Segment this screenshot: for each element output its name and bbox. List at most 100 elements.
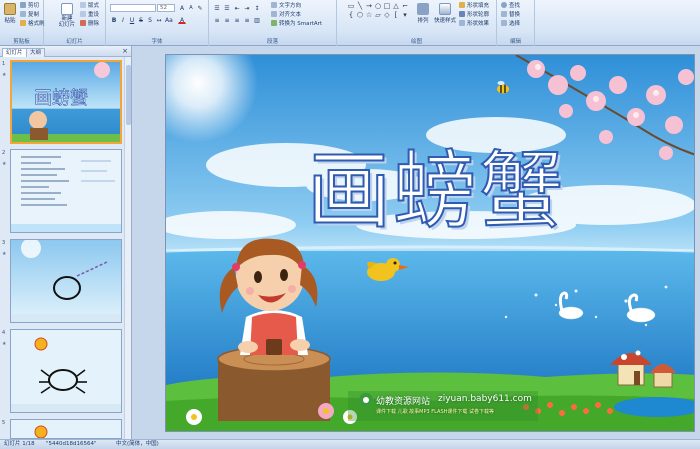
- paste-label: 粘贴: [4, 18, 16, 24]
- shape-rect-icon[interactable]: ▭: [347, 2, 355, 10]
- slides-label: 幻灯片: [66, 39, 83, 45]
- bold-icon[interactable]: B: [110, 16, 118, 24]
- thumbnail-row[interactable]: 5: [0, 419, 124, 439]
- align-text-button[interactable]: 对齐文本: [271, 11, 301, 19]
- tab-slides[interactable]: 幻灯片: [2, 48, 27, 57]
- shape-callout-icon[interactable]: ▱: [374, 11, 382, 19]
- slide-thumbnail[interactable]: [10, 239, 122, 323]
- panel-tabs: 幻灯片 大纲 ×: [0, 46, 131, 57]
- replace-icon: [501, 11, 507, 17]
- increase-indent-icon[interactable]: ⇥: [243, 4, 251, 12]
- new-slide-button[interactable]: 新建 幻灯片: [58, 3, 76, 28]
- site-url: ziyuan.baby611.com: [438, 394, 532, 404]
- format-painter-button[interactable]: 格式刷: [20, 20, 45, 28]
- line-spacing-icon[interactable]: ↕: [253, 4, 261, 12]
- quick-styles-button[interactable]: 快速样式: [434, 3, 456, 27]
- replace-button[interactable]: 替换: [501, 11, 520, 19]
- smartart-label: 转换为 SmartArt: [279, 21, 323, 27]
- cut-button[interactable]: 剪切: [20, 2, 39, 10]
- layout-button[interactable]: 版式: [80, 2, 99, 10]
- slide-thumbnail[interactable]: 画螃蟹: [10, 60, 122, 144]
- editing-label: 编辑: [509, 39, 521, 45]
- italic-icon[interactable]: I: [119, 16, 127, 24]
- underline-icon[interactable]: U: [128, 16, 136, 24]
- align-center-icon[interactable]: ≡: [223, 16, 231, 24]
- text-direction-button[interactable]: 文字方向: [271, 2, 301, 10]
- slide-counter: 幻灯片 1/18: [4, 441, 35, 447]
- decrease-indent-icon[interactable]: ⇤: [233, 4, 241, 12]
- text-direction-icon: [271, 2, 277, 8]
- shape-arrow-icon[interactable]: →: [365, 2, 373, 10]
- smartart-icon: [271, 20, 277, 26]
- shape-star-icon[interactable]: ☆: [365, 11, 373, 19]
- new-slide-icon: [61, 3, 73, 15]
- columns-icon[interactable]: ▥: [253, 16, 261, 24]
- change-case-icon[interactable]: Aa: [164, 16, 173, 24]
- slide-number: 2: [2, 150, 6, 156]
- thumbnails-scrollbar[interactable]: [124, 57, 131, 439]
- shape-bracket-icon[interactable]: [: [392, 11, 400, 19]
- justify-icon[interactable]: ≡: [243, 16, 251, 24]
- shape-brace-icon[interactable]: {: [347, 11, 355, 19]
- spacing-icon[interactable]: ↔: [155, 16, 163, 24]
- logo-mark: [359, 393, 373, 407]
- shape-line-icon[interactable]: ╲: [356, 2, 364, 10]
- shape-square-icon[interactable]: □: [383, 2, 391, 10]
- shape-outline-label: 形状轮廓: [467, 12, 490, 18]
- font-name-combo[interactable]: [110, 4, 156, 12]
- paste-button[interactable]: 粘贴: [2, 3, 18, 27]
- animation-star-icon: ★: [2, 341, 7, 347]
- strikethrough-icon[interactable]: S: [137, 16, 145, 24]
- animation-star-icon: ★: [2, 251, 7, 257]
- reset-label: 重设: [88, 12, 100, 18]
- new-slide-label: 新建 幻灯片: [58, 16, 76, 28]
- slide-thumbnail[interactable]: [10, 329, 122, 413]
- site-subtitle: 课件下载 儿歌 故事MP3 FLASH课件下载 试卷下载等: [376, 409, 495, 415]
- thumb-1-title: 画螃蟹: [34, 88, 89, 110]
- thumbnail-row[interactable]: 3 ★: [0, 239, 124, 325]
- thumbnail-row[interactable]: 1 ★ 画螃蟹: [0, 60, 124, 146]
- shape-connector-icon[interactable]: ⌐: [401, 2, 409, 10]
- slide-thumbnail[interactable]: [10, 149, 122, 233]
- clipboard-group: 粘贴 剪切 复制 格式刷 剪贴板: [0, 0, 45, 46]
- align-right-icon[interactable]: ≡: [233, 16, 241, 24]
- slide-canvas[interactable]: 画螃蟹 幼教资源网站 ziyuan.baby611.com 课件下载 儿歌 故事…: [165, 54, 695, 432]
- copy-button[interactable]: 复制: [20, 11, 39, 19]
- shape-oval-icon[interactable]: ○: [374, 2, 382, 10]
- select-button[interactable]: 选择: [501, 20, 520, 28]
- shape-outline-button[interactable]: 形状轮廓: [459, 11, 489, 19]
- shrink-font-icon[interactable]: A: [187, 4, 195, 12]
- grow-font-icon[interactable]: A: [178, 4, 186, 12]
- close-icon[interactable]: ×: [122, 47, 128, 55]
- drawing-label: 绘图: [410, 39, 422, 45]
- find-button[interactable]: 查找: [501, 2, 520, 10]
- tab-outline[interactable]: 大纲: [26, 48, 46, 57]
- numbering-icon[interactable]: ☰: [223, 4, 231, 12]
- shape-triangle-icon[interactable]: △: [392, 2, 400, 10]
- quick-styles-icon: [439, 3, 451, 15]
- delete-button[interactable]: 删除: [80, 20, 99, 28]
- shadow-icon[interactable]: S: [146, 16, 154, 24]
- font-color-icon[interactable]: A: [178, 16, 186, 24]
- slide-thumbnail[interactable]: [10, 419, 122, 439]
- select-label: 选择: [509, 21, 521, 27]
- shape-effects-button[interactable]: 形状效果: [459, 20, 489, 28]
- shape-more-icon[interactable]: ▾: [401, 11, 409, 19]
- scroll-thumb[interactable]: [126, 65, 131, 125]
- thumbnail-row[interactable]: 2 ★: [0, 149, 124, 235]
- effects-icon: [459, 20, 465, 26]
- bullets-icon[interactable]: ☰: [213, 4, 221, 12]
- smartart-button[interactable]: 转换为 SmartArt: [271, 20, 322, 28]
- arrange-button[interactable]: 排列: [415, 3, 431, 27]
- clear-format-icon[interactable]: ✎: [196, 4, 204, 12]
- shape-fill-button[interactable]: 形状填充: [459, 2, 489, 10]
- shape-hexagon-icon[interactable]: ⬡: [356, 11, 364, 19]
- align-left-icon[interactable]: ≡: [213, 16, 221, 24]
- reset-button[interactable]: 重设: [80, 11, 99, 19]
- brush-icon: [20, 20, 26, 26]
- drawing-group: ▭ ╲ → ○ □ △ ⌐ { ⬡ ☆ ▱ ◇ [ ▾ 排列 快速样式 形状填充…: [337, 0, 497, 46]
- font-size-combo[interactable]: 52: [157, 4, 175, 12]
- shape-diamond-icon[interactable]: ◇: [383, 11, 391, 19]
- slide-title[interactable]: 画螃蟹: [266, 141, 606, 241]
- thumbnail-row[interactable]: 4 ★: [0, 329, 124, 415]
